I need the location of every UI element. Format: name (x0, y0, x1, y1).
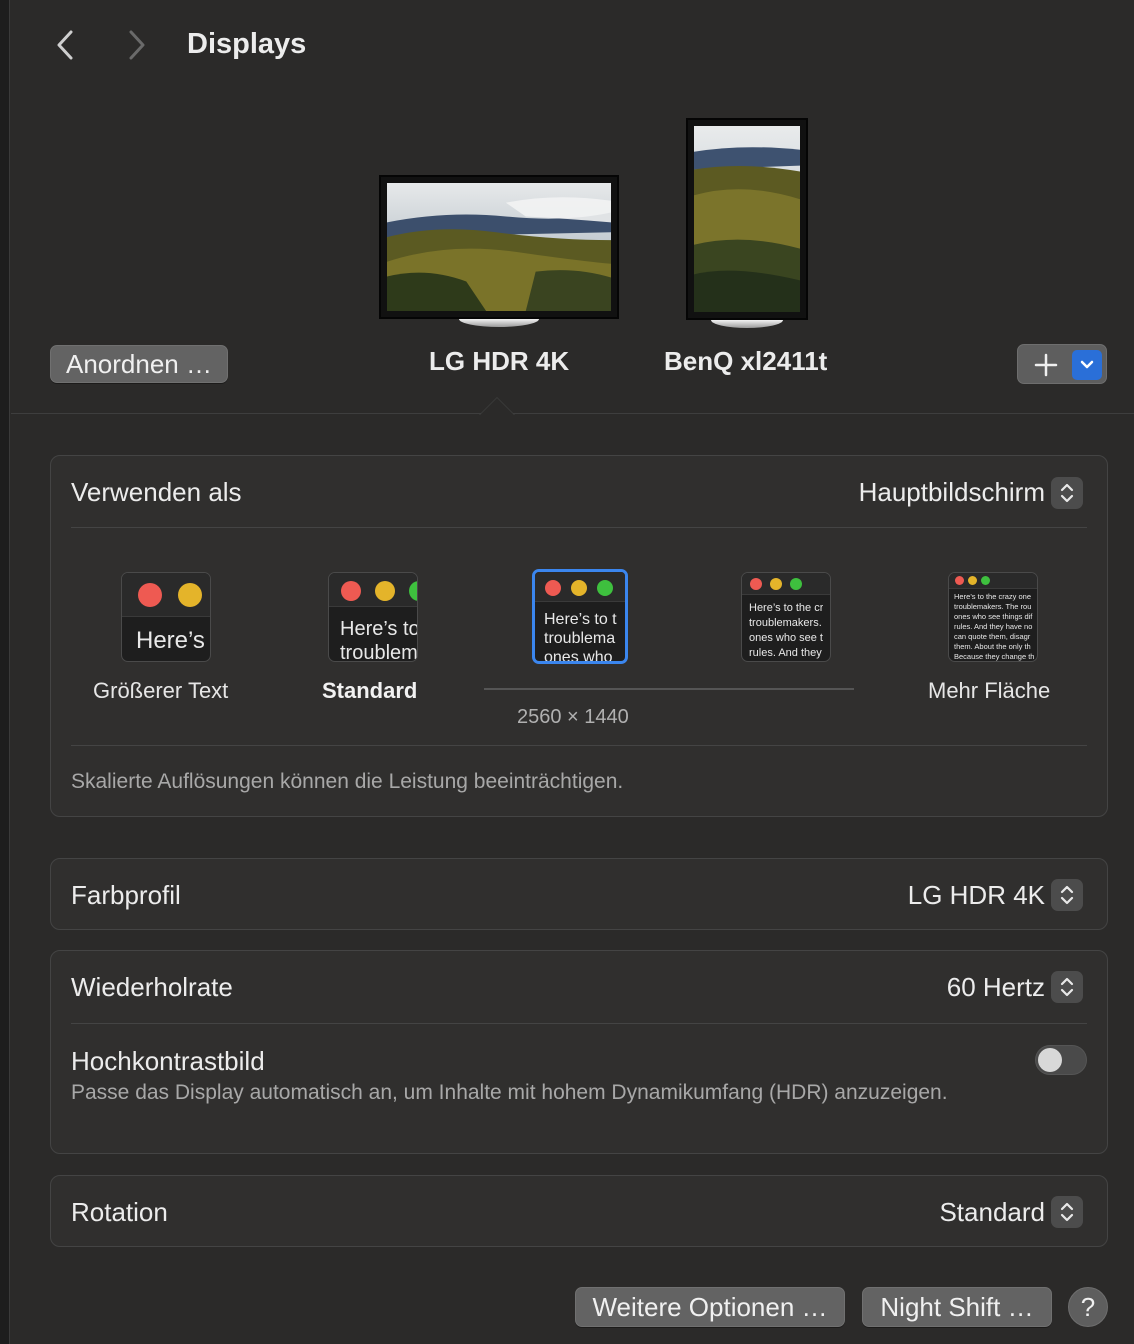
window-titlebar (535, 572, 625, 602)
up-down-stepper-icon[interactable] (1051, 477, 1083, 509)
add-display-control[interactable] (1017, 344, 1107, 384)
minimize-dot-icon (571, 580, 587, 596)
zoom-dot-icon (597, 580, 613, 596)
page-title: Displays (187, 28, 307, 60)
arrange-button[interactable]: Anordnen … (50, 345, 228, 383)
use-as-label: Verwenden als (71, 477, 242, 507)
wallpaper-preview (387, 183, 611, 311)
scale-label-larger-text: Größerer Text (93, 678, 229, 703)
displays-settings-window: Displays Anordnen … LG HDR 4K BenQ xl241… (0, 0, 1134, 1344)
scale-option-more-space[interactable]: Here’s to the crazy one troublemakers. T… (948, 572, 1038, 662)
rotation-value[interactable]: Standard (939, 1197, 1045, 1228)
display-name-benq[interactable]: BenQ xl2411t (664, 346, 827, 377)
refresh-rate-value[interactable]: 60 Hertz (947, 972, 1045, 1003)
display-arrangement-area: Anordnen … LG HDR 4K BenQ xl2411t (11, 90, 1134, 415)
monitor-stand (459, 319, 539, 327)
plus-icon[interactable] (1030, 349, 1062, 381)
separator (71, 745, 1087, 746)
scale-label-more-space: Mehr Fläche (928, 678, 1051, 703)
close-dot-icon (955, 576, 964, 585)
scale-option-larger-text[interactable]: Here’s (121, 572, 211, 662)
up-down-stepper-icon[interactable] (1051, 1196, 1083, 1228)
window-titlebar (742, 573, 830, 595)
minimize-dot-icon (178, 583, 202, 607)
selected-display-pointer (479, 397, 515, 415)
help-icon[interactable]: ? (1068, 1287, 1108, 1327)
zoom-dot-icon (790, 578, 802, 590)
close-dot-icon (341, 581, 361, 601)
wallpaper-preview (694, 126, 800, 312)
display-name-lg[interactable]: LG HDR 4K (429, 346, 569, 377)
chevron-down-icon[interactable] (1072, 350, 1102, 380)
scaling-note: Skalierte Auflösungen können die Leistun… (71, 770, 624, 793)
night-shift-button[interactable]: Night Shift … (862, 1287, 1052, 1327)
monitor-stand (711, 320, 783, 328)
preview-text: Here’s to the cr troublemakers. ones who… (749, 602, 824, 659)
resolution-group: Verwenden als Hauptbildschirm Here’s Grö… (50, 455, 1108, 817)
scale-option-default-selected[interactable]: Here’s to t troublema ones who (532, 569, 628, 664)
scale-label-standard: Standard (322, 678, 418, 703)
display-lg-hdr-4k[interactable] (379, 175, 619, 319)
window-titlebar (949, 573, 1037, 589)
rotation-label: Rotation (71, 1197, 168, 1227)
window-titlebar (329, 573, 417, 607)
color-profile-label: Farbprofil (71, 880, 181, 910)
zoom-dot-icon (981, 576, 990, 585)
close-dot-icon (138, 583, 162, 607)
hdr-description: Passe das Display automatisch an, um Inh… (71, 1081, 948, 1104)
separator (71, 1023, 1087, 1024)
use-as-value[interactable]: Hauptbildschirm (859, 477, 1045, 508)
separator (71, 527, 1087, 528)
refresh-rate-label: Wiederholrate (71, 972, 233, 1002)
preview-text: Here’s (136, 627, 205, 654)
hdr-toggle[interactable] (1035, 1045, 1087, 1075)
minimize-dot-icon (770, 578, 782, 590)
display-benq-xl2411t[interactable] (686, 118, 808, 320)
more-options-button[interactable]: Weitere Optionen … (575, 1287, 845, 1327)
preview-text: Here’s to troublem (340, 618, 418, 662)
scale-option-more-space-1[interactable]: Here’s to the cr troublemakers. ones who… (741, 572, 831, 662)
up-down-stepper-icon[interactable] (1051, 971, 1083, 1003)
window-titlebar (122, 573, 210, 617)
preview-text: Here’s to t troublema ones who (544, 611, 617, 664)
up-down-stepper-icon[interactable] (1051, 879, 1083, 911)
scaling-slider-track[interactable] (484, 688, 854, 690)
refresh-hdr-group: Wiederholrate 60 Hertz Hochkontrastbild … (50, 950, 1108, 1154)
minimize-dot-icon (968, 576, 977, 585)
color-profile-value[interactable]: LG HDR 4K (908, 880, 1045, 911)
close-dot-icon (545, 580, 561, 596)
resolution-readout: 2560 × 1440 (517, 706, 629, 728)
minimize-dot-icon (375, 581, 395, 601)
back-arrow-icon[interactable] (50, 28, 80, 62)
close-dot-icon (750, 578, 762, 590)
preview-text: Here’s to the crazy one troublemakers. T… (954, 592, 1035, 661)
color-profile-group: Farbprofil LG HDR 4K (50, 858, 1108, 930)
rotation-group: Rotation Standard (50, 1175, 1108, 1247)
zoom-dot-icon (409, 581, 417, 601)
toggle-knob (1038, 1048, 1062, 1072)
hdr-label: Hochkontrastbild (71, 1046, 265, 1076)
sidebar-edge (0, 0, 10, 1344)
forward-arrow-icon[interactable] (122, 28, 152, 62)
scale-option-standard[interactable]: Here’s to troublem (328, 572, 418, 662)
